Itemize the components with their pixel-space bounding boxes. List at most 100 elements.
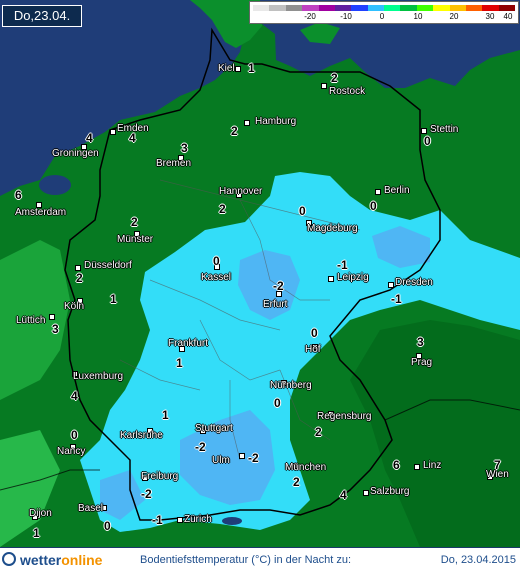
temperature-legend: -20 -10 0 10 20 30 40 <box>249 1 519 24</box>
city-dot-icon <box>110 129 116 135</box>
legend-tick-label: 30 <box>485 12 495 21</box>
city-name: Rostock <box>329 86 366 97</box>
city-temperature: 2 <box>76 271 83 285</box>
city-name: Dresden <box>395 277 433 288</box>
city-dot-icon <box>388 282 394 288</box>
city-temperature: -2 <box>248 451 259 465</box>
city-name: Düsseldorf <box>84 260 132 271</box>
globe-icon <box>2 552 16 566</box>
city-dot-icon <box>328 276 334 282</box>
logo-part-2: online <box>61 552 103 568</box>
city-temperature: 1 <box>33 526 40 540</box>
city-name: Freiburg <box>141 471 179 482</box>
city-temperature: 0 <box>104 519 111 533</box>
lake-constance <box>222 517 242 525</box>
legend-swatch <box>465 5 483 11</box>
city-name: Hamburg <box>255 116 297 127</box>
city-name: Frankfurt <box>168 338 209 349</box>
legend-swatch <box>384 5 401 11</box>
city-name: Stettin <box>430 124 459 135</box>
city-name: Köln <box>64 301 85 312</box>
city-temperature: 4 <box>71 389 78 403</box>
map-caption: Bodentiefsttemperatur (°C) in der Nacht … <box>140 554 352 566</box>
city-temperature: 7 <box>494 458 501 472</box>
city-temperature: 2 <box>219 202 226 216</box>
city-name: Prag <box>411 357 433 368</box>
city-temperature: 0 <box>274 396 281 410</box>
city-name: Amsterdam <box>15 207 67 218</box>
legend-swatch <box>318 5 335 11</box>
city-name: Kiel <box>218 63 235 74</box>
city-temperature: 6 <box>393 458 400 472</box>
city-name: Stuttgart <box>195 423 233 434</box>
city-name: Kassel <box>201 272 232 283</box>
city-name: Lüttich <box>16 315 46 326</box>
city-temperature: -2 <box>195 440 206 454</box>
legend-tick-label: 10 <box>413 12 423 21</box>
legend-swatch <box>433 5 450 11</box>
city-name: Hof <box>305 344 321 355</box>
city-name: Regensburg <box>317 411 372 422</box>
city-dot-icon <box>235 66 241 72</box>
city-name: Bremen <box>156 158 192 169</box>
city-temperature: 1 <box>162 408 169 422</box>
city-name: Berlin <box>384 185 410 196</box>
legend-swatch <box>400 5 417 11</box>
city-name: Karlsruhe <box>120 430 163 441</box>
city-temperature: -1 <box>391 292 402 306</box>
city-name: Basel <box>78 503 104 514</box>
city-temperature: -2 <box>273 279 284 293</box>
legend-swatch <box>498 5 515 11</box>
city-name: Dijon <box>29 508 52 519</box>
legend-tick-label: -10 <box>340 12 352 21</box>
city-temperature: 0 <box>370 199 377 213</box>
city-temperature: 2 <box>293 475 300 489</box>
city-name: München <box>285 462 327 473</box>
city-temperature: 0 <box>311 326 318 340</box>
city-name: Nürnberg <box>270 380 312 391</box>
city-name: Salzburg <box>370 486 410 497</box>
city-name: Linz <box>423 460 442 471</box>
city-temperature: 0 <box>424 134 431 148</box>
city-name: Erfurt <box>263 299 288 310</box>
city-dot-icon <box>244 120 250 126</box>
city-temperature: 0 <box>71 428 78 442</box>
city-dot-icon <box>363 490 369 496</box>
logo[interactable]: wetteronline <box>20 552 102 568</box>
city-dot-icon <box>321 83 327 89</box>
city-dot-icon <box>414 464 420 470</box>
legend-tick-label: 40 <box>503 12 513 21</box>
city-temperature: 1 <box>248 61 255 75</box>
city-name: Hannover <box>219 186 263 197</box>
city-temperature: 4 <box>129 131 136 145</box>
city-name: Nancy <box>57 446 86 457</box>
city-temperature: -1 <box>152 513 163 527</box>
city-name: Magdeburg <box>307 223 358 234</box>
legend-swatch <box>449 5 466 11</box>
city-temperature: 2 <box>315 425 322 439</box>
city-temperature: 2 <box>131 215 138 229</box>
city-name: Münster <box>117 234 154 245</box>
city-temperature: 6 <box>15 188 22 202</box>
legend-color-bar <box>253 5 515 11</box>
city-temperature: 1 <box>110 292 117 306</box>
city-dot-icon <box>375 189 381 195</box>
city-temperature: 3 <box>417 335 424 349</box>
legend-swatch <box>285 5 303 11</box>
legend-swatch <box>334 5 352 11</box>
city-name: Zürich <box>184 514 212 525</box>
city-name: Leipzig <box>337 272 369 283</box>
footer: wetteronline Bodentiefsttemperatur (°C) … <box>0 547 520 572</box>
city-temperature: 4 <box>86 131 93 145</box>
legend-swatch <box>367 5 384 11</box>
legend-swatch <box>302 5 319 11</box>
city-temperature: 1 <box>176 356 183 370</box>
legend-swatch <box>351 5 368 11</box>
city-name: Luxemburg <box>73 371 124 382</box>
logo-part-1: wetter <box>20 552 62 568</box>
city-dot-icon <box>239 453 245 459</box>
temperature-map: Kiel 1 Rostock 2 Hamburg 2 Stettin 0 Emden 4 Groni… <box>0 0 520 547</box>
city-temperature: 0 <box>299 204 306 218</box>
city-temperature: 2 <box>231 124 238 138</box>
lake-ijssel <box>39 175 71 195</box>
